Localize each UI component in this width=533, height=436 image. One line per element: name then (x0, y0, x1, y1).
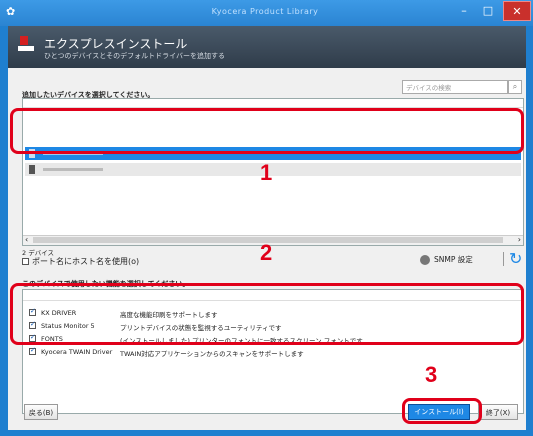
minimize-button[interactable]: – (452, 1, 476, 21)
header-banner: エクスプレスインストール ひとつのデバイスとそのデフォルトドライバーを追加する (8, 26, 526, 68)
step-number-1: 1 (260, 160, 273, 185)
exit-button[interactable]: 終了(X) (478, 404, 518, 420)
hostname-port-checkbox[interactable]: ポート名にホスト名を使用(o) (22, 256, 139, 267)
device-row[interactable] (25, 163, 521, 176)
snmp-settings-button[interactable]: SNMP 設定 (420, 254, 473, 265)
search-icon[interactable]: ⌕ (508, 80, 522, 94)
installer-window: エクスプレスインストール ひとつのデバイスとそのデフォルトドライバーを追加する … (8, 26, 526, 430)
feature-row[interactable]: Kyocera TWAIN Driver TWAIN対応アプリケーションからのス… (25, 346, 521, 358)
checkbox[interactable] (22, 258, 29, 265)
hostname-port-label: ポート名にホスト名を使用(o) (32, 257, 140, 266)
divider (503, 252, 504, 266)
device-name-blurred (43, 168, 103, 171)
step-number-2: 2 (260, 240, 273, 265)
horizontal-scrollbar[interactable]: ‹ › (23, 235, 523, 245)
scroll-left-icon[interactable]: ‹ (25, 235, 28, 244)
callout-box-features (10, 283, 524, 345)
back-button[interactable]: 戻る(B) (24, 404, 58, 420)
page-title: エクスプレスインストール (44, 37, 188, 51)
app-icon: ✿ (6, 5, 16, 18)
title-bar: ✿ Kyocera Product Library – □ ✕ (0, 0, 533, 26)
snmp-label: SNMP 設定 (434, 255, 473, 264)
refresh-icon[interactable]: ↻ (509, 249, 522, 268)
feature-description: TWAIN対応アプリケーションからのスキャンをサポートします (120, 350, 304, 358)
printer-icon (18, 36, 36, 54)
feature-checkbox[interactable] (29, 346, 36, 355)
page-subtitle: ひとつのデバイスとそのデフォルトドライバーを追加する (44, 52, 225, 60)
feature-name: Kyocera TWAIN Driver (41, 348, 113, 356)
maximize-button[interactable]: □ (476, 1, 500, 21)
window-title: Kyocera Product Library (211, 7, 319, 16)
device-list-header (23, 99, 523, 108)
device-search-input[interactable]: デバイスの検索 (402, 80, 508, 94)
gear-icon (420, 254, 430, 265)
close-button[interactable]: ✕ (503, 1, 531, 21)
printer-icon (29, 165, 35, 174)
callout-box-install (402, 398, 482, 424)
callout-box-device (10, 108, 524, 154)
step-number-3: 3 (425, 362, 438, 387)
scroll-right-icon[interactable]: › (518, 235, 521, 244)
